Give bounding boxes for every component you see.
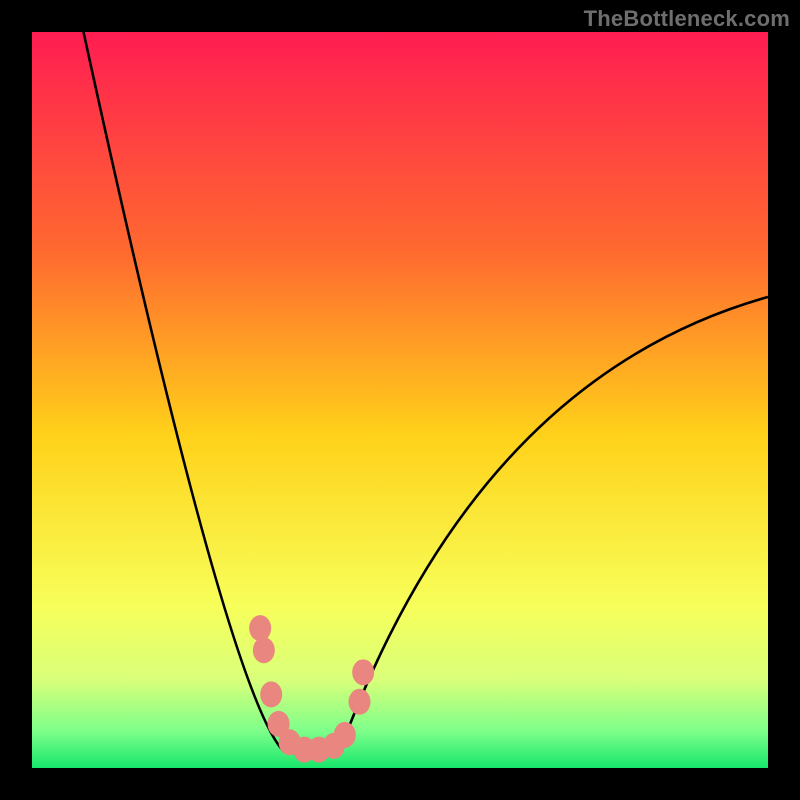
data-marker xyxy=(260,681,282,707)
data-marker xyxy=(249,615,271,641)
plot-area xyxy=(32,32,768,768)
background-gradient xyxy=(32,32,768,768)
data-marker xyxy=(334,722,356,748)
chart-canvas xyxy=(32,32,768,768)
chart-frame: TheBottleneck.com xyxy=(0,0,800,800)
data-marker xyxy=(352,659,374,685)
data-marker xyxy=(253,637,275,663)
data-marker xyxy=(349,689,371,715)
watermark-label: TheBottleneck.com xyxy=(584,6,790,32)
